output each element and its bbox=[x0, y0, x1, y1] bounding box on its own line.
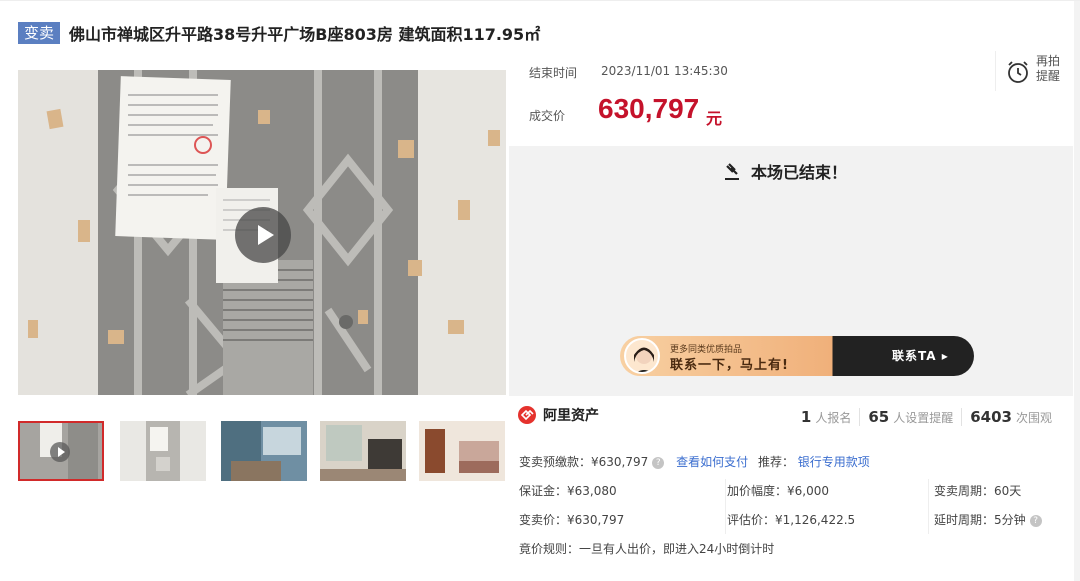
stat-reminders: 65 人设置提醒 bbox=[859, 408, 961, 426]
how-to-pay-link[interactable]: 查看如何支付 bbox=[676, 455, 748, 469]
stat-views: 6403 次围观 bbox=[961, 408, 1060, 426]
sale-cycle: 变卖周期：60天 bbox=[934, 484, 1022, 498]
end-time-value: 2023/11/01 13:45:30 bbox=[601, 64, 728, 78]
thumbnail-2[interactable] bbox=[120, 421, 206, 481]
bid-increment: 加价幅度：¥6,000 bbox=[727, 484, 829, 498]
brand-name: 阿里资产 bbox=[543, 408, 599, 424]
video-play-button[interactable] bbox=[235, 207, 291, 263]
sale-type-tag: 变卖 bbox=[18, 22, 61, 44]
thumbnail-1[interactable] bbox=[18, 421, 104, 481]
help-icon[interactable]: ? bbox=[652, 456, 665, 469]
gavel-icon bbox=[725, 163, 739, 180]
re-auction-reminder-button[interactable]: 再拍 提醒 bbox=[995, 51, 1073, 91]
contact-button[interactable]: 联系TA ▸ bbox=[892, 347, 949, 364]
sale-price: 变卖价：¥630,797 bbox=[519, 513, 625, 527]
ali-assets-logo-icon bbox=[518, 406, 536, 424]
end-time-label: 结束时间 bbox=[529, 66, 578, 80]
thumbnail-4[interactable] bbox=[320, 421, 406, 481]
thumbnail-5[interactable] bbox=[419, 421, 505, 481]
brand-logo: 阿里资产 bbox=[517, 405, 599, 425]
page-title: 佛山市禅城区升平路38号升平广场B座803房 建筑面积117.95㎡ bbox=[69, 25, 541, 44]
main-photo[interactable] bbox=[18, 70, 506, 395]
thumbnail-image bbox=[221, 421, 307, 481]
thumbnail-3[interactable] bbox=[221, 421, 307, 481]
margin-amount: 保证金：¥63,080 bbox=[519, 484, 617, 498]
delay-cycle: 延时周期：5分钟 bbox=[934, 513, 1026, 527]
banner-title: 联系一下，马上有! bbox=[670, 358, 789, 373]
scrollbar[interactable] bbox=[1074, 1, 1080, 581]
stat-signups: 1 人报名 bbox=[800, 408, 852, 426]
thumbnail-image bbox=[320, 421, 406, 481]
auction-page: 变卖 佛山市禅城区升平路38号升平广场B座803房 建筑面积117.95㎡ 结束… bbox=[0, 0, 1080, 581]
reminder-label: 再拍 提醒 bbox=[1036, 54, 1061, 83]
recommend-label: 推荐： bbox=[757, 455, 794, 469]
title-row: 变卖 佛山市禅城区升平路38号升平广场B座803房 建筑面积117.95㎡ bbox=[18, 21, 540, 45]
thumbnail-image bbox=[120, 421, 206, 481]
agent-avatar bbox=[624, 338, 660, 374]
contact-banner[interactable]: 更多同类优质拍品 联系一下，马上有! 联系TA ▸ bbox=[620, 336, 974, 376]
appraisal-price: 评估价：¥1,126,422.5 bbox=[727, 513, 856, 527]
thumbnail-strip bbox=[18, 421, 506, 483]
delay-cycle-row: 延时周期：5分钟? bbox=[934, 511, 1042, 528]
bank-account-link[interactable]: 银行专用款项 bbox=[798, 455, 870, 469]
bidding-rule: 竟价规则：一旦有人出价，即进入24小时倒计时 bbox=[519, 542, 775, 556]
auction-info: 结束时间 2023/11/01 13:45:30 成交价 630,797 元 再… bbox=[509, 51, 1073, 146]
deposit-amount: 变卖预缴款：¥630,797 bbox=[519, 455, 649, 469]
price-unit: 元 bbox=[706, 109, 723, 128]
final-price-value: 630,797 bbox=[598, 93, 700, 124]
deposit-row: 变卖预缴款：¥630,797? 查看如何支付 推荐： 银行专用款项 bbox=[519, 453, 870, 470]
alarm-clock-icon bbox=[1008, 61, 1028, 83]
thumbnail-image bbox=[419, 421, 505, 481]
auction-stats: 1 人报名 65 人设置提醒 6403 次围观 bbox=[793, 408, 1060, 426]
final-price-label: 成交价 bbox=[529, 109, 566, 123]
play-icon bbox=[50, 442, 70, 462]
help-icon[interactable]: ? bbox=[1029, 514, 1042, 527]
auction-status-panel: 本场已结束！ 更多同类优质拍品 联系一下，马上有! 联系TA ▸ bbox=[509, 146, 1073, 396]
auction-ended-message: 本场已结束！ bbox=[723, 159, 847, 183]
